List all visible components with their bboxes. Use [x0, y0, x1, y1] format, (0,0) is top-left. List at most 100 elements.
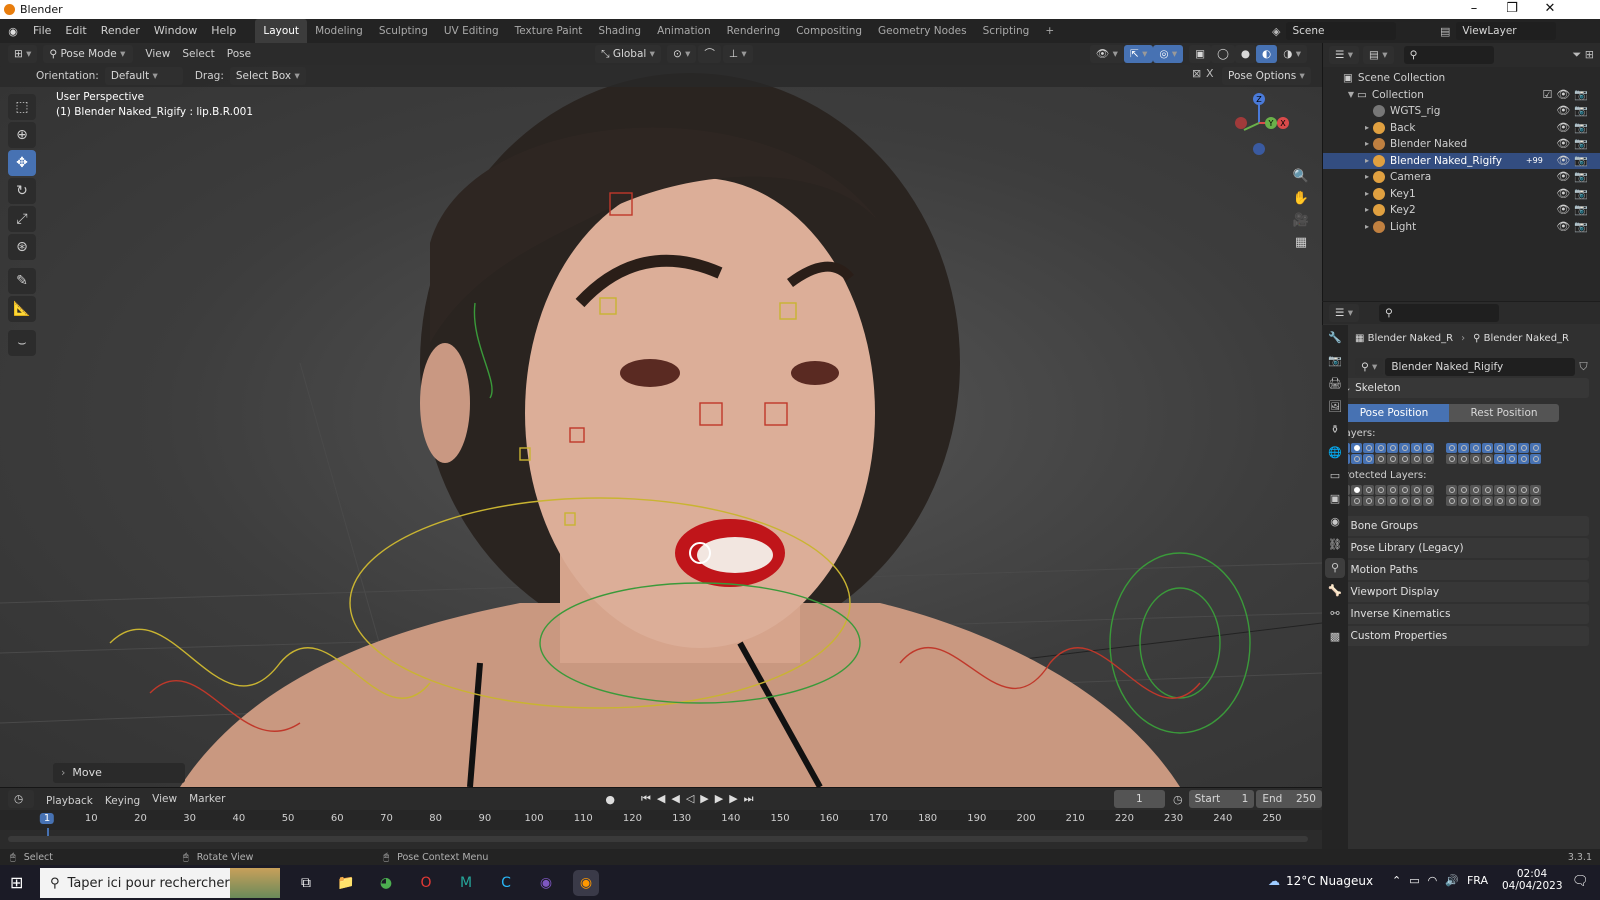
- inverse-kinematics-panel[interactable]: Inverse Kinematics: [1335, 604, 1589, 624]
- layer-toggle[interactable]: [1363, 443, 1374, 453]
- rendered-shading-icon[interactable]: ◑: [1277, 45, 1307, 63]
- layer-toggle[interactable]: [1375, 454, 1386, 464]
- close-icon[interactable]: ✕: [1532, 1, 1568, 16]
- navigation-gizmo[interactable]: Z Y X: [1226, 90, 1292, 156]
- menu-timeline-view[interactable]: View: [146, 788, 183, 810]
- battery-icon[interactable]: ▭: [1409, 874, 1419, 887]
- visibility-icon[interactable]: 👁: [1090, 45, 1124, 63]
- layer-toggle[interactable]: [1399, 443, 1410, 453]
- scene-tab-icon[interactable]: ⚱: [1325, 420, 1345, 440]
- pivot-point-icon[interactable]: ⊙: [666, 45, 697, 63]
- current-frame-field[interactable]: 1: [1113, 790, 1166, 808]
- pose-library-panel[interactable]: Pose Library (Legacy): [1335, 538, 1589, 558]
- visibility-toggle-icon[interactable]: 👁📷: [1556, 169, 1592, 186]
- task-view-icon[interactable]: ⧉: [293, 870, 319, 896]
- add-workspace-icon[interactable]: +: [1037, 19, 1062, 43]
- gizmo-toggle-icon[interactable]: ⇱: [1123, 45, 1154, 63]
- expand-icon[interactable]: ▸: [1361, 219, 1373, 236]
- layer-toggle[interactable]: [1351, 443, 1362, 453]
- tab-modeling[interactable]: Modeling: [307, 19, 371, 43]
- menu-render[interactable]: Render: [94, 19, 147, 43]
- tab-animation[interactable]: Animation: [649, 19, 719, 43]
- clock[interactable]: 02:04 04/04/2023: [1502, 868, 1563, 892]
- tab-compositing[interactable]: Compositing: [788, 19, 870, 43]
- transform-icon[interactable]: ⊛: [8, 234, 36, 260]
- datablock-name-field[interactable]: Blender Naked_Rigify: [1385, 358, 1576, 376]
- outliner-item[interactable]: ▸ Camera 👁📷: [1323, 169, 1600, 186]
- visibility-toggle-icon[interactable]: 👁📷: [1556, 120, 1592, 137]
- solid-shading-icon[interactable]: ●: [1234, 45, 1257, 63]
- preview-range-icon[interactable]: ◷: [1173, 793, 1183, 806]
- cursor-icon[interactable]: ⊕: [8, 122, 36, 148]
- outliner-item[interactable]: ▸ Light 👁📷: [1323, 219, 1600, 236]
- custom-properties-panel[interactable]: Custom Properties: [1335, 626, 1589, 646]
- volume-icon[interactable]: 🔊: [1445, 874, 1459, 887]
- notifications-icon[interactable]: 🗨: [1572, 874, 1589, 889]
- layer-toggle[interactable]: [1399, 496, 1410, 506]
- tab-sculpting[interactable]: Sculpting: [371, 19, 436, 43]
- layer-toggle[interactable]: [1411, 496, 1422, 506]
- layer-toggle[interactable]: [1518, 496, 1529, 506]
- visibility-toggle-icon[interactable]: 👁📷: [1556, 103, 1592, 120]
- expand-icon[interactable]: ▸: [1361, 169, 1373, 186]
- layer-toggle[interactable]: [1387, 485, 1398, 495]
- layer-toggle[interactable]: [1530, 485, 1541, 495]
- armature-data-tab-icon[interactable]: ⚲: [1325, 558, 1345, 578]
- bone-tab-icon[interactable]: 🦴: [1325, 581, 1345, 601]
- layer-toggle[interactable]: [1387, 496, 1398, 506]
- tray-chevron-icon[interactable]: ⌃: [1392, 874, 1401, 887]
- timeline-scrollbar[interactable]: [8, 836, 1308, 842]
- menu-edit[interactable]: Edit: [58, 19, 93, 43]
- menu-playback[interactable]: Playback: [40, 790, 99, 808]
- bone-groups-panel[interactable]: Bone Groups: [1335, 516, 1589, 536]
- physics-tab-icon[interactable]: ◉: [1325, 512, 1345, 532]
- layer-toggle[interactable]: [1494, 443, 1505, 453]
- orientation-dropdown[interactable]: Default: [104, 67, 183, 85]
- properties-search-input[interactable]: ⚲: [1379, 304, 1500, 322]
- layer-toggle[interactable]: [1363, 496, 1374, 506]
- layer-toggle[interactable]: [1506, 485, 1517, 495]
- menu-keying[interactable]: Keying: [99, 790, 146, 808]
- collection-tab-icon[interactable]: ▭: [1325, 466, 1345, 486]
- layer-toggle[interactable]: [1423, 496, 1434, 506]
- skeleton-panel-header[interactable]: Skeleton: [1335, 378, 1589, 398]
- layer-toggle[interactable]: [1399, 454, 1410, 464]
- viewlayer-field[interactable]: ViewLayer: [1456, 22, 1557, 40]
- layer-toggle[interactable]: [1375, 496, 1386, 506]
- language-indicator[interactable]: FRA: [1467, 874, 1488, 887]
- layer-toggle[interactable]: [1470, 496, 1481, 506]
- viewport-display-panel[interactable]: Viewport Display: [1335, 582, 1589, 602]
- constraints-tab-icon[interactable]: ⛓: [1325, 535, 1345, 555]
- app-chat-icon[interactable]: ◉: [533, 870, 559, 896]
- drag-dropdown[interactable]: Select Box: [229, 67, 306, 85]
- layer-toggle[interactable]: [1506, 454, 1517, 464]
- app-m-icon[interactable]: M: [453, 870, 479, 896]
- layer-toggle[interactable]: [1458, 496, 1469, 506]
- object-tab-icon[interactable]: ▣: [1325, 489, 1345, 509]
- xray-icon[interactable]: ▣: [1189, 45, 1212, 63]
- armature-browse-icon[interactable]: ⚲: [1355, 358, 1384, 376]
- maximize-icon[interactable]: ❐: [1494, 1, 1530, 16]
- expand-icon[interactable]: ▸: [1361, 153, 1373, 170]
- collection-visibility-icons[interactable]: ☑👁📷: [1542, 87, 1592, 104]
- zoom-icon[interactable]: 🔍: [1290, 166, 1312, 188]
- layer-toggle[interactable]: [1363, 485, 1374, 495]
- scene-field[interactable]: Scene: [1286, 22, 1397, 40]
- measure-icon[interactable]: 📐: [8, 296, 36, 322]
- outliner-item[interactable]: ▸ Key1 👁📷: [1323, 186, 1600, 203]
- outliner-item[interactable]: WGTS_rig 👁📷: [1323, 103, 1600, 120]
- tab-scripting[interactable]: Scripting: [975, 19, 1038, 43]
- blender-menu-icon[interactable]: ◉: [0, 25, 26, 38]
- file-explorer-icon[interactable]: 📁: [333, 870, 359, 896]
- pose-options-dropdown[interactable]: Pose Options: [1222, 67, 1311, 85]
- filter-icon[interactable]: ⏷ ⊞: [1572, 48, 1594, 62]
- material-shading-icon[interactable]: ◐: [1256, 45, 1278, 63]
- layer-toggle[interactable]: [1411, 454, 1422, 464]
- outliner-editor-icon[interactable]: ☰: [1329, 46, 1360, 64]
- expand-icon[interactable]: ▼: [1345, 87, 1357, 104]
- outliner-search-input[interactable]: ⚲: [1403, 46, 1494, 64]
- motion-paths-panel[interactable]: Motion Paths: [1335, 560, 1589, 580]
- output-tab-icon[interactable]: 🖨: [1325, 374, 1345, 394]
- layer-toggle[interactable]: [1351, 454, 1362, 464]
- snap-target-icon[interactable]: ⊥: [722, 45, 753, 63]
